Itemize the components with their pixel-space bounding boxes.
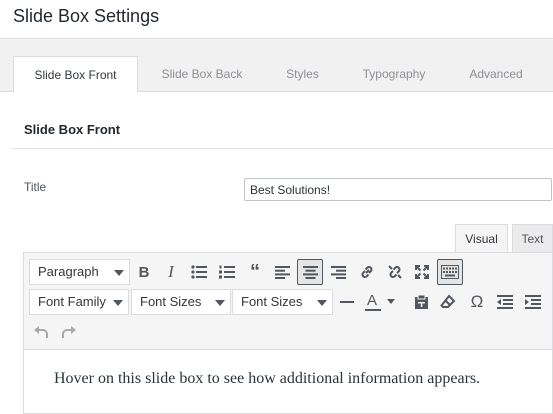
chevron-down-icon <box>387 299 395 304</box>
tab-slide-box-front[interactable]: Slide Box Front <box>13 56 138 93</box>
tab-slide-box-back[interactable]: Slide Box Back <box>148 56 256 93</box>
editor-content[interactable]: Hover on this slide box to see how addit… <box>54 370 480 388</box>
blockquote-icon[interactable]: “ <box>242 259 268 285</box>
redo-icon[interactable] <box>56 319 82 345</box>
numbered-list-icon[interactable] <box>214 259 240 285</box>
dialog-title: Slide Box Settings <box>13 6 160 26</box>
outdent-icon[interactable] <box>492 289 518 315</box>
indent-icon[interactable] <box>520 289 546 315</box>
title-label: Title <box>24 180 47 194</box>
unlink-icon[interactable] <box>382 259 408 285</box>
dialog-header: Slide Box Settings <box>0 0 553 39</box>
italic-icon[interactable]: I <box>158 259 184 285</box>
bold-icon[interactable]: B <box>131 259 157 285</box>
tab-advanced[interactable]: Advanced <box>455 56 537 93</box>
format-select[interactable]: Paragraph <box>29 259 130 285</box>
align-center-icon[interactable] <box>297 259 323 285</box>
tab-content-panel: Slide Box Front Title Visual Text Paragr… <box>0 92 553 414</box>
section-title: Slide Box Front <box>24 122 121 137</box>
undo-icon[interactable] <box>28 319 54 345</box>
fullscreen-icon[interactable] <box>409 259 435 285</box>
text-color-icon[interactable]: A <box>362 289 398 315</box>
format-select-value: Paragraph <box>38 264 99 279</box>
font-family-select[interactable]: Font Family <box>29 289 129 315</box>
toolbar-toggle-icon[interactable] <box>437 259 463 285</box>
font-family-select-value: Font Family <box>38 294 106 309</box>
font-size-select-secondary[interactable]: Font Sizes <box>232 289 333 315</box>
settings-tab-bar: Slide Box Front Slide Box Back Styles Ty… <box>0 40 553 93</box>
paste-text-icon[interactable] <box>408 289 434 315</box>
omega-icon[interactable]: Ω <box>464 289 490 315</box>
font-size-select-value: Font Sizes <box>140 294 202 309</box>
horizontal-line-icon[interactable] <box>334 289 360 315</box>
chevron-down-icon <box>317 300 327 306</box>
text-color-swatch <box>365 309 381 311</box>
chevron-down-icon <box>113 300 123 306</box>
tab-visual[interactable]: Visual <box>455 224 508 253</box>
align-right-icon[interactable] <box>325 259 351 285</box>
link-icon[interactable] <box>354 259 380 285</box>
title-input[interactable] <box>244 178 552 201</box>
chevron-down-icon <box>114 270 124 276</box>
section-divider <box>12 148 553 149</box>
clear-formatting-icon[interactable] <box>435 289 461 315</box>
tab-text[interactable]: Text <box>512 224 553 253</box>
text-color-letter: A <box>367 292 378 309</box>
bullet-list-icon[interactable] <box>186 259 212 285</box>
align-left-icon[interactable] <box>269 259 295 285</box>
rich-text-editor: Paragraph B I “ Font Family Font Sizes F… <box>23 252 553 414</box>
font-size-select-secondary-value: Font Sizes <box>241 294 303 309</box>
editor-toolbar: Paragraph B I “ Font Family Font Sizes F… <box>24 253 552 350</box>
tab-styles[interactable]: Styles <box>270 56 335 93</box>
chevron-down-icon <box>215 300 225 306</box>
font-size-select[interactable]: Font Sizes <box>131 289 231 315</box>
tab-typography[interactable]: Typography <box>350 56 438 93</box>
